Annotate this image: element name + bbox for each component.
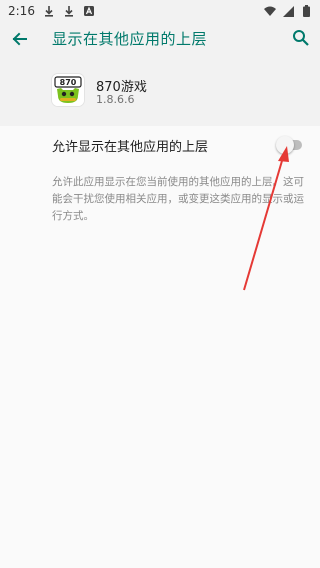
back-arrow-icon [12, 32, 27, 46]
search-button[interactable] [292, 29, 310, 47]
app-header: 870 870游戏 1.8.6.6 [0, 56, 320, 126]
app-version: 1.8.6.6 [96, 93, 135, 106]
status-bar: 2:16 [0, 0, 320, 22]
download-icon [63, 5, 75, 17]
download-icon [43, 5, 55, 17]
permission-label: 允许显示在其他应用的上层 [52, 140, 209, 155]
permission-description: 允许此应用显示在您当前使用的其他应用的上层。这可能会干扰您使用相关应用，或变更这… [52, 176, 304, 222]
app-icon: 870 [52, 74, 84, 106]
search-icon [293, 30, 309, 46]
permission-row[interactable]: 允许显示在其他应用的上层 [0, 126, 320, 164]
status-right [264, 5, 312, 17]
status-time: 2:16 [8, 4, 35, 18]
battery-icon [300, 5, 312, 17]
back-button[interactable] [10, 29, 30, 49]
wifi-icon [264, 5, 276, 17]
signal-icon [282, 5, 294, 17]
overlay-permission-toggle[interactable] [276, 136, 302, 154]
status-left: 2:16 [8, 4, 95, 18]
toggle-thumb [276, 136, 294, 154]
app-icon-text: 870 [60, 78, 77, 87]
app-bar: 显示在其他应用的上层 [0, 22, 320, 56]
notification-a-icon [83, 5, 95, 17]
permission-panel: 允许显示在其他应用的上层 允许此应用显示在您当前使用的其他应用的上层。这可能会干… [0, 126, 320, 568]
page-title: 显示在其他应用的上层 [52, 30, 208, 48]
